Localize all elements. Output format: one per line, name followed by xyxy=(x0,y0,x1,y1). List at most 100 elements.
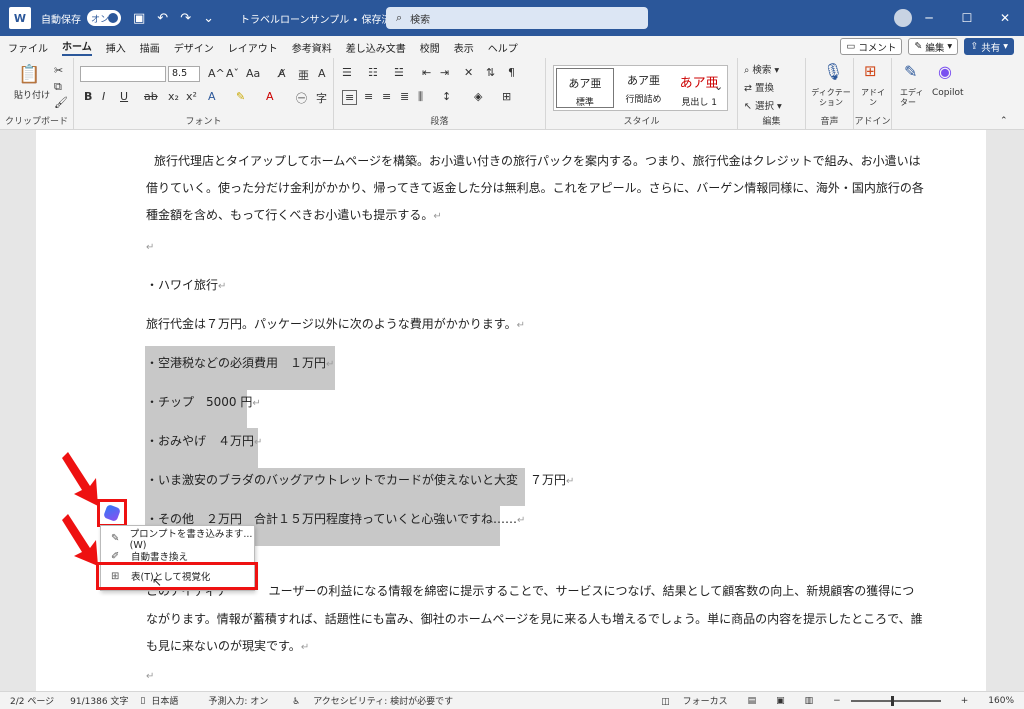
save-icon[interactable]: ▣ xyxy=(133,11,145,26)
customize-qat-icon[interactable]: ⌄ xyxy=(203,11,214,26)
grow-font-icon[interactable]: A^ xyxy=(208,67,225,80)
decrease-indent-icon[interactable]: ⇤ xyxy=(422,66,431,79)
paste-icon[interactable]: 📋 xyxy=(18,64,40,85)
clear-format-icon[interactable]: A̸ xyxy=(278,67,286,80)
editor-label[interactable]: エディター xyxy=(900,88,924,108)
find-button[interactable]: ⌕ 検索 ▾ xyxy=(744,62,779,76)
paste-label[interactable]: 貼り付け xyxy=(14,88,50,101)
minimize-icon[interactable]: ─ xyxy=(910,0,948,36)
editor-icon[interactable]: ✎ xyxy=(904,62,917,81)
copilot-label[interactable]: Copilot xyxy=(932,88,964,98)
style-no-spacing[interactable]: あア亜 行間詰め xyxy=(616,66,672,110)
align-right-icon[interactable]: ≡ xyxy=(382,90,391,103)
subscript-icon[interactable]: x₂ xyxy=(168,90,179,103)
tab-layout[interactable]: レイアウト xyxy=(228,40,278,55)
tab-review[interactable]: 校閲 xyxy=(420,40,440,55)
edit-mode-button[interactable]: ✎ 編集 ▾ xyxy=(908,38,959,55)
align-center-icon[interactable]: ≡ xyxy=(364,90,373,103)
zoom-slider[interactable] xyxy=(850,695,941,706)
print-layout-icon[interactable]: ▣ xyxy=(776,696,785,706)
share-button[interactable]: ⇪ 共有 ▾ xyxy=(964,38,1014,55)
search-box[interactable]: ⌕ 検索 xyxy=(386,7,648,29)
autosave-toggle[interactable]: オン xyxy=(87,10,121,26)
show-marks-icon[interactable]: ¶ xyxy=(508,66,515,79)
microphone-icon[interactable]: 🎙 xyxy=(823,62,843,81)
superscript-icon[interactable]: x² xyxy=(186,90,197,103)
font-size-field[interactable]: 8.5 xyxy=(168,66,200,82)
numbering-icon[interactable]: ☷ xyxy=(368,66,378,79)
char-border-icon[interactable]: A xyxy=(318,67,326,80)
ruby-icon[interactable]: 亜 xyxy=(298,67,309,83)
addins-label[interactable]: アドイン xyxy=(860,88,886,108)
accessibility-status[interactable]: ♿ アクセシビリティ: 検討が必要です xyxy=(282,694,453,707)
distribute-icon[interactable]: ⫼ xyxy=(418,90,423,104)
replace-button[interactable]: ⇄ 置換 xyxy=(744,80,774,94)
phonetic-icon[interactable]: 字 xyxy=(316,90,327,106)
focus-mode[interactable]: ◫ フォーカス xyxy=(661,694,727,707)
word-app-icon: W xyxy=(9,7,31,29)
tab-file[interactable]: ファイル xyxy=(8,40,48,55)
format-painter-icon[interactable]: 🖌 xyxy=(54,96,68,109)
underline-icon[interactable]: U xyxy=(120,90,128,103)
cut-icon[interactable]: ✂ xyxy=(54,64,63,77)
zoom-out-icon[interactable]: − xyxy=(833,696,841,706)
read-mode-icon[interactable]: ▤ xyxy=(748,696,757,706)
document-page[interactable]: 旅行代理店とタイアップしてホームページを構築。お小遣い付きの旅行パックを案内する… xyxy=(36,130,986,691)
justify-icon[interactable]: ≣ xyxy=(400,90,409,103)
comment-button[interactable]: ▭ コメント xyxy=(840,38,903,55)
tab-home[interactable]: ホーム xyxy=(62,38,92,56)
shading-icon[interactable]: ◈ xyxy=(474,90,482,103)
menu-item-write-prompt[interactable]: ✎ プロンプトを書き込みます...(W) xyxy=(101,529,256,551)
bold-icon[interactable]: B xyxy=(84,90,92,103)
close-icon[interactable]: ✕ xyxy=(986,0,1024,36)
paragraph2-line-3: も見に来ないのが現実です。↵ xyxy=(146,637,309,654)
font-name-field[interactable] xyxy=(80,66,166,82)
italic-icon[interactable]: I xyxy=(102,90,105,103)
shrink-font-icon[interactable]: Aˇ xyxy=(226,67,239,80)
page-count[interactable]: 2/2 ページ xyxy=(10,694,54,707)
strikethrough-icon[interactable]: ab xyxy=(144,90,158,103)
collapse-ribbon-icon[interactable]: ⌃ xyxy=(1000,116,1008,126)
addins-icon[interactable]: ⊞ xyxy=(864,62,877,80)
tab-draw[interactable]: 描画 xyxy=(140,40,160,55)
list-item-text: ・おみやげ ４万円 xyxy=(146,434,255,448)
text-effects-icon[interactable]: A xyxy=(208,90,216,103)
copilot-icon[interactable]: ◉ xyxy=(938,62,952,81)
bullets-icon[interactable]: ☰ xyxy=(342,66,352,79)
sort-icon[interactable]: ⇅ xyxy=(486,66,495,79)
line-spacing-icon[interactable]: ↕ xyxy=(442,90,451,103)
status-bar: 2/2 ページ 91/1386 文字 ▯ 日本語 予測入力: オン ♿ アクセシ… xyxy=(0,691,1024,709)
zoom-in-icon[interactable]: + xyxy=(961,696,969,706)
borders-icon[interactable]: ⊞ xyxy=(502,90,511,103)
tab-mailings[interactable]: 差し込み文書 xyxy=(346,40,406,55)
paragraph-line-3: 種金額を含め、もって行くべきお小遣いも提示する。↵ xyxy=(146,206,442,223)
zoom-level[interactable]: 160% xyxy=(988,696,1014,706)
copy-icon[interactable]: ⧉ xyxy=(54,80,62,94)
highlight-icon[interactable]: ✎ xyxy=(236,90,245,103)
align-left-icon[interactable]: ≡ xyxy=(342,90,358,105)
style-normal[interactable]: あア亜 標準 xyxy=(556,68,614,108)
font-color-icon[interactable]: A xyxy=(266,90,274,103)
change-case-icon[interactable]: Aa xyxy=(246,67,260,80)
redo-icon[interactable]: ↷ xyxy=(180,11,191,26)
tab-view[interactable]: 表示 xyxy=(454,40,474,55)
tab-insert[interactable]: 挿入 xyxy=(106,40,126,55)
tab-help[interactable]: ヘルプ xyxy=(488,40,518,55)
web-layout-icon[interactable]: ▥ xyxy=(805,696,814,706)
copilot-margin-button[interactable] xyxy=(97,499,127,527)
maximize-icon[interactable]: ☐ xyxy=(948,0,986,36)
proofing-icon[interactable]: ▯ xyxy=(140,696,145,706)
asian-layout-icon[interactable]: ✕ xyxy=(464,66,473,79)
language[interactable]: 日本語 xyxy=(151,694,178,707)
enclose-char-icon[interactable]: ㊀ xyxy=(296,90,307,106)
undo-icon[interactable]: ↶ xyxy=(157,11,168,26)
multilevel-list-icon[interactable]: ☱ xyxy=(394,66,404,79)
tab-design[interactable]: デザイン xyxy=(174,40,214,55)
dictate-label[interactable]: ディクテーション xyxy=(810,88,852,108)
select-button[interactable]: ↖ 選択 ▾ xyxy=(744,98,782,112)
increase-indent-icon[interactable]: ⇥ xyxy=(440,66,449,79)
text-prediction[interactable]: 予測入力: オン xyxy=(208,694,268,707)
tab-references[interactable]: 参考資料 xyxy=(292,40,332,55)
styles-more-icon[interactable]: ⌄ xyxy=(714,80,723,93)
word-count[interactable]: 91/1386 文字 xyxy=(70,694,128,707)
